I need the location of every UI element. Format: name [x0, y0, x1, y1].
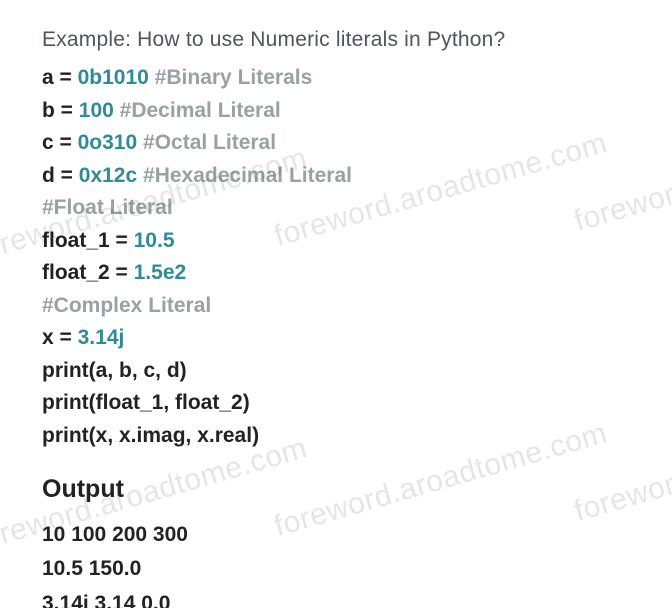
- code-line-5: #Float Literal: [42, 192, 642, 225]
- code-line-12: print(x, x.imag, x.real): [42, 420, 642, 453]
- literal-float2: 1.5e2: [134, 261, 187, 284]
- equals-sign: =: [54, 326, 78, 349]
- output-heading: Output: [42, 475, 642, 504]
- print-floats: print(float_1, float_2): [42, 391, 250, 414]
- code-line-6: float_1 = 10.5: [42, 225, 642, 258]
- comment-binary: #Binary Literals: [155, 66, 313, 89]
- equals-sign: =: [54, 131, 78, 154]
- literal-octal: 0o310: [78, 131, 138, 154]
- code-line-2: b = 100 #Decimal Literal: [42, 95, 642, 128]
- variable-c: c: [42, 131, 54, 154]
- equals-sign: =: [55, 164, 79, 187]
- literal-float1: 10.5: [134, 229, 175, 252]
- comment-decimal: #Decimal Literal: [120, 99, 281, 122]
- code-line-7: float_2 = 1.5e2: [42, 257, 642, 290]
- code-line-9: x = 3.14j: [42, 322, 642, 355]
- output-line-1: 10 100 200 300: [42, 518, 642, 553]
- code-line-4: d = 0x12c #Hexadecimal Literal: [42, 160, 642, 193]
- comment-float-heading: #Float Literal: [42, 196, 173, 219]
- output-line-3: 3.14j 3.14 0.0: [42, 587, 642, 608]
- output-block: 10 100 200 300 10.5 150.0 3.14j 3.14 0.0: [42, 518, 642, 608]
- variable-float1: float_1: [42, 229, 110, 252]
- example-container: Example: How to use Numeric literals in …: [0, 0, 672, 608]
- equals-sign: =: [110, 261, 134, 284]
- code-line-10: print(a, b, c, d): [42, 355, 642, 388]
- literal-binary: 0b1010: [78, 66, 149, 89]
- literal-complex: 3.14j: [78, 326, 125, 349]
- variable-d: d: [42, 164, 55, 187]
- code-line-1: a = 0b1010 #Binary Literals: [42, 62, 642, 95]
- literal-hex: 0x12c: [79, 164, 137, 187]
- comment-complex-heading: #Complex Literal: [42, 294, 211, 317]
- variable-float2: float_2: [42, 261, 110, 284]
- equals-sign: =: [55, 99, 79, 122]
- code-line-11: print(float_1, float_2): [42, 387, 642, 420]
- variable-b: b: [42, 99, 55, 122]
- output-line-2: 10.5 150.0: [42, 552, 642, 587]
- equals-sign: =: [54, 66, 78, 89]
- print-complex: print(x, x.imag, x.real): [42, 424, 259, 447]
- comment-hex: #Hexadecimal Literal: [143, 164, 352, 187]
- code-line-3: c = 0o310 #Octal Literal: [42, 127, 642, 160]
- code-line-8: #Complex Literal: [42, 290, 642, 323]
- print-integers: print(a, b, c, d): [42, 359, 187, 382]
- example-title: Example: How to use Numeric literals in …: [42, 28, 642, 52]
- variable-x: x: [42, 326, 54, 349]
- variable-a: a: [42, 66, 54, 89]
- literal-decimal: 100: [79, 99, 114, 122]
- comment-octal: #Octal Literal: [143, 131, 276, 154]
- code-block: a = 0b1010 #Binary Literals b = 100 #Dec…: [42, 62, 642, 453]
- equals-sign: =: [110, 229, 134, 252]
